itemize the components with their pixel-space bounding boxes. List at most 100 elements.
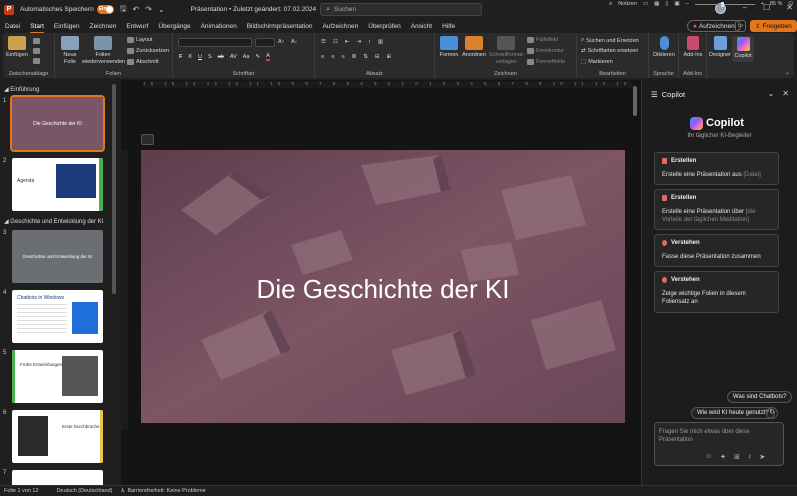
- font-size-select[interactable]: [255, 38, 275, 47]
- slideshow-view-icon[interactable]: ▣: [674, 1, 679, 7]
- spacing-icon[interactable]: AV: [230, 54, 237, 60]
- shadow-icon[interactable]: S: [208, 54, 212, 60]
- tab-entwurf[interactable]: Entwurf: [126, 22, 148, 31]
- align-text-icon[interactable]: ⊟: [375, 54, 380, 60]
- reading-view-icon[interactable]: ▯: [665, 1, 668, 7]
- tab-hilfe[interactable]: Hilfe: [442, 22, 455, 31]
- refresh-suggestions-icon[interactable]: ↻: [766, 407, 778, 419]
- prompt-card-2[interactable]: Erstellen Erstelle eine Präsentation übe…: [654, 189, 779, 230]
- shrink-font-button[interactable]: A↓: [291, 39, 297, 45]
- format-painter-button[interactable]: [33, 58, 40, 64]
- thumb-slide-5[interactable]: Frühe Entwicklungen: [12, 350, 103, 403]
- underline-icon[interactable]: U: [198, 54, 202, 60]
- zoom-slider[interactable]: [694, 1, 755, 7]
- quick-styles-button[interactable]: Schnellformat-vorlagen: [489, 36, 524, 65]
- accessibility-status[interactable]: Barrierefreiheit: Keine Probleme: [127, 488, 205, 494]
- send-icon[interactable]: ➤: [759, 453, 765, 461]
- language-status[interactable]: Deutsch (Deutschland): [57, 488, 113, 494]
- cut-button[interactable]: [33, 38, 40, 44]
- thumbnails-scrollbar[interactable]: [112, 84, 116, 294]
- suggestion-chip-2[interactable]: Wie wird KI heute genutzt?: [691, 407, 775, 419]
- autosave-toggle[interactable]: Ein: [96, 5, 114, 14]
- zoom-level[interactable]: 85 %: [770, 1, 783, 7]
- attach-icon[interactable]: ⊞: [734, 453, 740, 461]
- strikethrough-icon[interactable]: ab: [218, 54, 224, 60]
- record-button[interactable]: ● Aufzeichnen: [687, 20, 741, 32]
- font-color-icon[interactable]: A: [266, 53, 270, 61]
- align-right-icon[interactable]: ≡: [341, 54, 344, 60]
- copilot-input[interactable]: Fragen Sie mich etwas über diese Präsent…: [654, 422, 784, 466]
- customize-qat-icon[interactable]: ⌄: [158, 5, 165, 14]
- replace-fonts-button[interactable]: ⇄ Schriftarten ersetzen: [581, 48, 638, 54]
- arrange-button[interactable]: Anordnen: [461, 36, 487, 59]
- document-title[interactable]: Präsentation • Zuletzt geändert: 07.02.2…: [191, 6, 317, 13]
- slide-scrollbar[interactable]: [633, 86, 637, 116]
- bullets-icon[interactable]: ☰: [321, 39, 326, 45]
- zoom-in-icon[interactable]: +: [761, 1, 764, 7]
- tab-einfuegen[interactable]: Einfügen: [54, 22, 80, 31]
- suggestion-chip-1[interactable]: Was sind Chatbots?: [727, 391, 793, 403]
- menu-icon[interactable]: ☰: [651, 90, 658, 99]
- tab-animationen[interactable]: Animationen: [201, 22, 237, 31]
- designer-suggestions-icon[interactable]: [141, 134, 154, 145]
- numbering-icon[interactable]: ☷: [333, 39, 338, 45]
- tab-ueberpruefen[interactable]: Überprüfen: [368, 22, 401, 31]
- share-button[interactable]: ⇪ Freigeben: [750, 20, 797, 32]
- thumb-slide-1[interactable]: Die Geschichte der KI: [10, 95, 105, 152]
- close-pane-icon[interactable]: ✕: [782, 89, 789, 98]
- paste-button[interactable]: Einfügen: [6, 36, 28, 59]
- line-spacing-icon[interactable]: ↕: [368, 39, 371, 45]
- collapse-ribbon-icon[interactable]: ⌄: [785, 69, 790, 76]
- highlight-icon[interactable]: ✎: [256, 54, 261, 60]
- decrease-indent-icon[interactable]: ⇤: [345, 39, 350, 45]
- notes-button[interactable]: Notizen: [618, 1, 637, 7]
- chevron-down-icon[interactable]: ⌄: [768, 89, 775, 98]
- sparkle-icon[interactable]: ✦: [720, 453, 726, 461]
- prompt-card-1[interactable]: Erstellen Erstelle eine Präsentation aus…: [654, 152, 779, 185]
- thumb-slide-2[interactable]: Agenda: [12, 158, 103, 211]
- thumb-slide-7[interactable]: [12, 470, 103, 485]
- justify-icon[interactable]: ≣: [352, 54, 357, 60]
- align-left-icon[interactable]: ≡: [321, 54, 324, 60]
- tab-zeichnen[interactable]: Zeichnen: [90, 22, 117, 31]
- sorter-view-icon[interactable]: ▦: [654, 1, 659, 7]
- comments-button[interactable]: ▭: [735, 20, 746, 32]
- section-button[interactable]: Abschnitt: [127, 59, 159, 65]
- section-einfuehrung[interactable]: ◢ Einführung: [4, 86, 39, 93]
- bold-icon[interactable]: F: [179, 54, 182, 60]
- shape-fill-button[interactable]: Fülleffekt: [527, 37, 558, 43]
- tab-uebergaenge[interactable]: Übergänge: [158, 22, 190, 31]
- tab-bildschirmpraesentation[interactable]: Bildschirmpräsentation: [247, 22, 313, 31]
- tab-ansicht[interactable]: Ansicht: [411, 22, 432, 31]
- search-box[interactable]: ⌕ Suchen: [320, 3, 482, 16]
- prompt-card-3[interactable]: Verstehen Fasse diese Präsentation zusam…: [654, 234, 779, 267]
- layout-button[interactable]: Layout: [127, 37, 153, 43]
- text-direction-icon[interactable]: ⇅: [363, 54, 368, 60]
- redo-icon[interactable]: ↷: [145, 5, 152, 14]
- normal-view-icon[interactable]: ▭: [643, 1, 648, 7]
- prompt-card-4[interactable]: Verstehen Zeige wichtige Folien in diese…: [654, 271, 779, 313]
- case-icon[interactable]: Aa: [243, 54, 250, 60]
- designer-button[interactable]: Designer: [707, 36, 733, 59]
- find-replace-button[interactable]: ⌕ Suchen und Ersetzen: [581, 37, 639, 44]
- thumb-slide-3[interactable]: Geschichte und Entwicklung der KI: [12, 230, 103, 283]
- font-family-select[interactable]: [178, 38, 252, 47]
- thumb-slide-4[interactable]: Chatbots in Windows: [12, 290, 103, 343]
- copilot-button[interactable]: Copilot: [732, 36, 754, 62]
- tab-aufzeichnen[interactable]: Aufzeichnen: [322, 22, 358, 31]
- section-geschichte[interactable]: ◢ Geschichte und Entwicklung der KI: [4, 218, 103, 225]
- mic-icon[interactable]: ♪: [748, 453, 752, 461]
- smartart-icon[interactable]: ⊞: [386, 54, 391, 60]
- fit-slide-icon[interactable]: ⊡: [788, 1, 793, 7]
- increase-indent-icon[interactable]: ⇥: [356, 39, 361, 45]
- columns-icon[interactable]: ▥: [378, 39, 383, 45]
- new-slide-button[interactable]: Neue Folie: [58, 36, 82, 65]
- reuse-slides-button[interactable]: Folien wiederverwenden: [82, 36, 125, 65]
- copy-button[interactable]: [33, 48, 40, 54]
- zoom-thumb[interactable]: [720, 1, 724, 7]
- shape-effects-button[interactable]: Formeffekte: [527, 59, 565, 65]
- select-button[interactable]: ⬚ Markieren: [581, 59, 613, 65]
- italic-icon[interactable]: K: [188, 54, 192, 60]
- reset-button[interactable]: Zurücksetzen: [127, 48, 169, 54]
- tab-start[interactable]: Start: [30, 22, 44, 34]
